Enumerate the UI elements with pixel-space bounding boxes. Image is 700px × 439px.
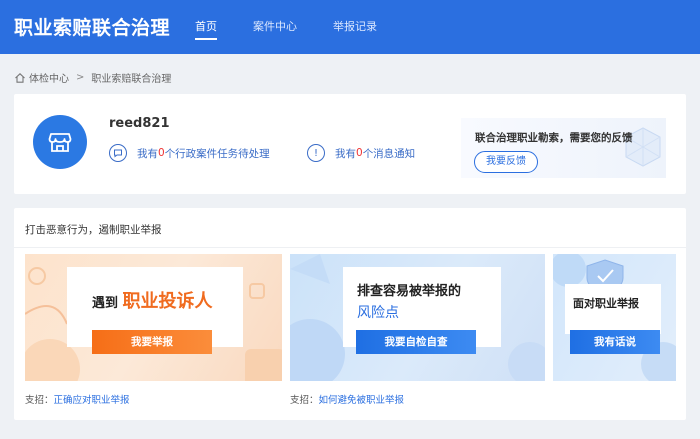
case-task-suffix: 个行政案件任务待处理	[164, 147, 270, 160]
brand-title: 职业索赔联合治理	[14, 17, 171, 39]
message-link[interactable]: ! 我有 0 个消息通知	[307, 144, 415, 162]
support-tip-1-link[interactable]: 正确应对职业举报	[54, 395, 130, 406]
case-task-link[interactable]: 我有 0 个行政案件任务待处理	[109, 144, 270, 162]
profile-card: reed821 我有 0 个行政案件任务待处理 ! 我有 0 个消息通知 联合治理职业勒…	[14, 94, 686, 194]
panel-complaint-main: 职业投诉人	[122, 291, 213, 312]
support-tip-2: 支招：如何避免被职业举报	[290, 392, 404, 406]
report-panel-complaint: 遇到 职业投诉人 我要举报	[25, 254, 282, 381]
report-button[interactable]: 我要举报	[92, 330, 212, 354]
feedback-text: 联合治理职业勒索，需要您的反馈	[475, 132, 633, 144]
self-check-button[interactable]: 我要自检自查	[356, 330, 476, 354]
nav-report-records[interactable]: 举报记录	[333, 0, 377, 54]
breadcrumb-separator: >	[76, 72, 85, 83]
username: reed821	[109, 116, 170, 131]
breadcrumb-current: 职业索赔联合治理	[91, 74, 172, 85]
nav-home[interactable]: 首页	[195, 0, 217, 54]
avatar	[33, 115, 87, 169]
report-section: 打击恶意行为，遏制职业举报 遇到 职业投诉人 我要举报 排查容易被举报的 风险点…	[14, 208, 686, 420]
top-header: 职业索赔联合治理 首页 案件中心 举报记录	[0, 0, 700, 54]
divider	[14, 247, 686, 248]
panel-speak-title: 面对职业举报	[573, 297, 639, 310]
panel-risk-title-line1: 排查容易被举报的	[357, 284, 462, 299]
home-icon	[15, 72, 25, 83]
support-tip-1-label: 支招：	[25, 395, 54, 406]
feedback-button[interactable]: 我要反馈	[474, 151, 538, 173]
breadcrumb-home[interactable]: 体检中心	[29, 70, 69, 85]
alert-icon: !	[307, 144, 325, 162]
nav-case-center[interactable]: 案件中心	[253, 0, 297, 54]
main-nav: 首页 案件中心 举报记录	[195, 0, 413, 54]
support-tip-2-label: 支招：	[290, 395, 319, 406]
feedback-box: 联合治理职业勒索，需要您的反馈 我要反馈	[461, 118, 666, 178]
report-panel-risk: 排查容易被举报的 风险点 我要自检自查	[290, 254, 545, 381]
message-prefix: 我有	[335, 147, 356, 160]
case-task-count: 0	[158, 147, 165, 159]
panel-complaint-prefix: 遇到	[92, 296, 119, 311]
shop-icon	[48, 133, 72, 152]
support-tip-1: 支招：正确应对职业举报	[25, 392, 130, 406]
message-suffix: 个消息通知	[362, 147, 416, 160]
breadcrumb: 体检中心 > 职业索赔联合治理	[14, 70, 171, 85]
panel-complaint-title: 遇到 职业投诉人	[92, 287, 213, 313]
case-task-prefix: 我有	[137, 147, 158, 160]
support-tip-2-link[interactable]: 如何避免被职业举报	[319, 395, 405, 406]
speak-up-button[interactable]: 我有话说	[570, 330, 660, 354]
message-count: 0	[356, 147, 363, 159]
report-panel-speak: 面对职业举报 我有话说	[553, 254, 676, 381]
chat-icon	[109, 144, 127, 162]
panel-risk-title-line2: 风险点	[357, 305, 399, 321]
report-section-title: 打击恶意行为，遏制职业举报	[25, 224, 162, 236]
